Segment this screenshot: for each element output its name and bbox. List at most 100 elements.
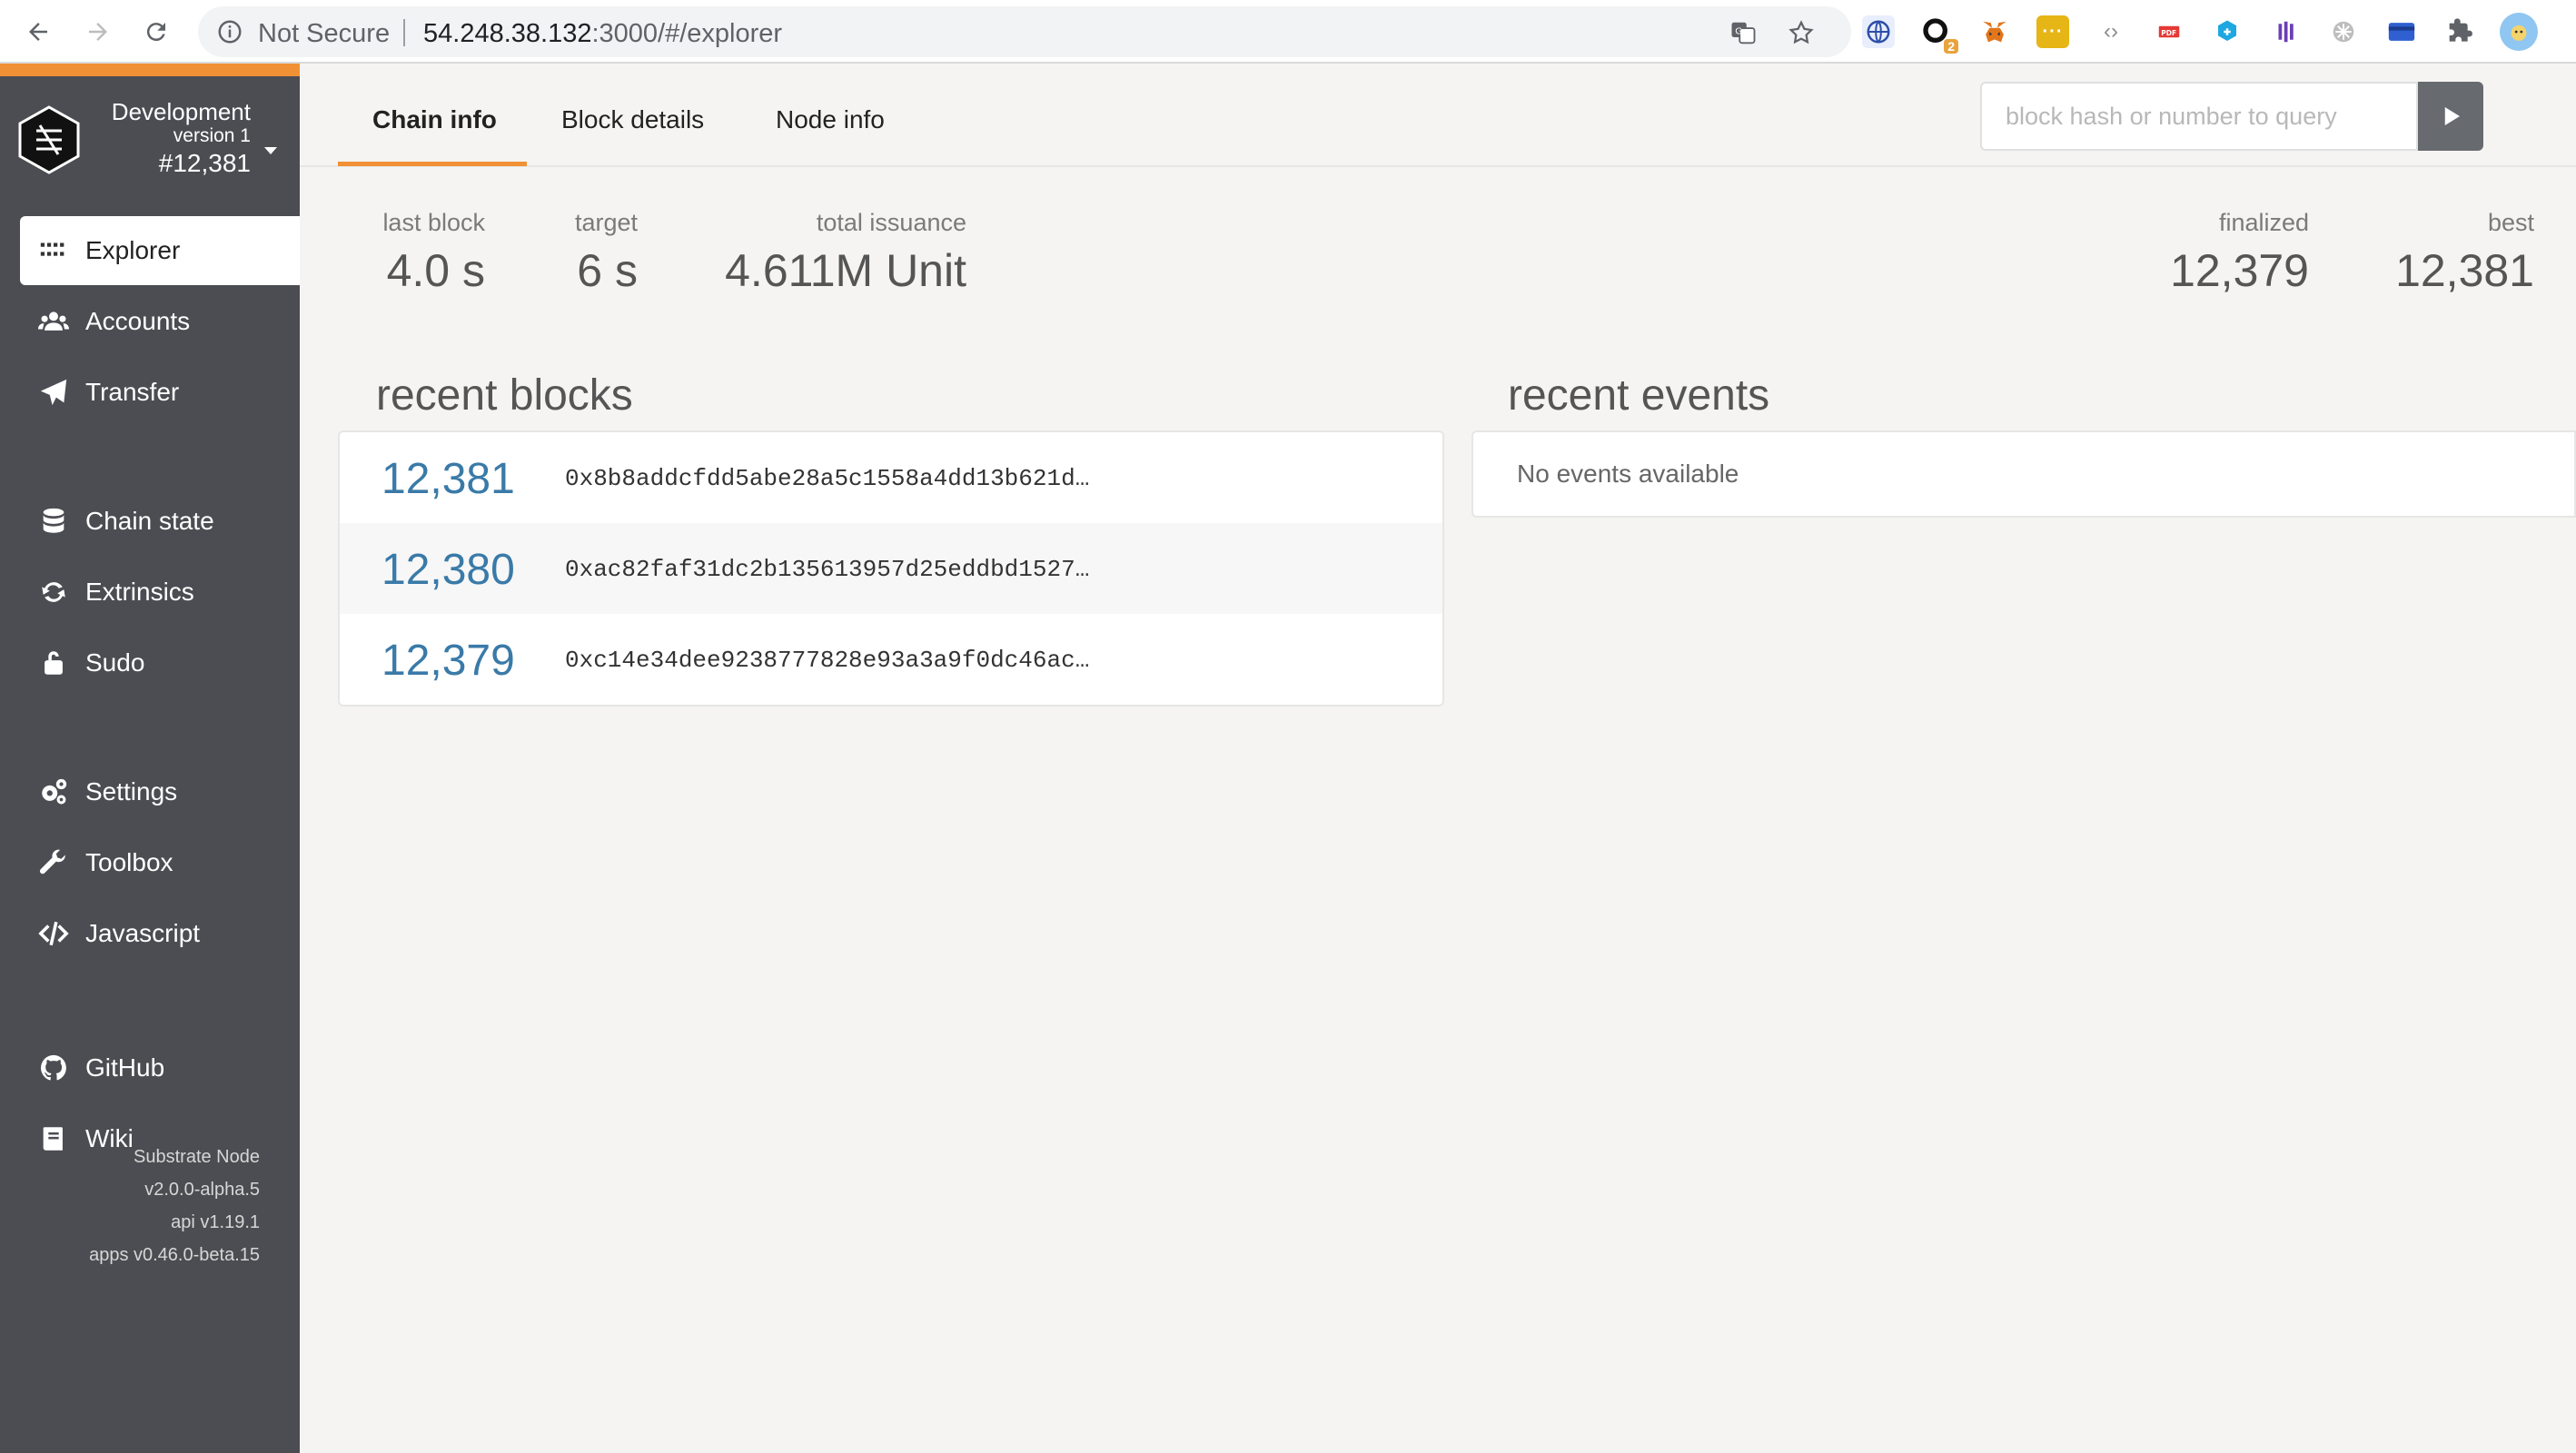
extension-dots-icon[interactable]: ···: [2036, 15, 2069, 48]
reload-button[interactable]: [136, 12, 176, 52]
extensions-puzzle-icon[interactable]: [2443, 15, 2476, 48]
sidebar-item-chain-state[interactable]: Chain state: [20, 487, 300, 556]
sidebar: Development version 1 #12,381 Explorer A…: [0, 64, 300, 1453]
back-button[interactable]: [18, 12, 58, 52]
sidebar-item-label: Accounts: [85, 307, 191, 335]
stat-target: target 6 s: [545, 209, 638, 297]
sidebar-item-sudo[interactable]: Sudo: [20, 628, 300, 697]
translate-icon[interactable]: G: [1729, 19, 1757, 46]
sync-icon: [36, 575, 71, 609]
play-icon: [2444, 107, 2460, 125]
sidebar-item-label: Extrinsics: [85, 578, 194, 606]
stat-label: last block: [382, 209, 485, 236]
best-block-number: #12,381: [158, 149, 251, 177]
code-icon: [36, 916, 71, 951]
sidebar-item-label: Javascript: [85, 919, 201, 947]
sidebar-item-label: Toolbox: [85, 848, 173, 876]
unlock-icon: [36, 646, 71, 680]
substrate-logo-icon: [18, 105, 80, 174]
stat-label: target: [574, 209, 638, 236]
stat-total-issuance: total issuance 4.611M Unit: [690, 209, 966, 297]
query-submit-button[interactable]: [2418, 82, 2483, 151]
forward-button[interactable]: [78, 12, 118, 52]
url-divider: [403, 19, 405, 46]
apps-version: apps v0.46.0-beta.15: [89, 1245, 260, 1265]
sidebar-item-javascript[interactable]: Javascript: [20, 899, 300, 968]
browser-toolbar: Not Secure 54.248.38.132:3000/#/explorer…: [0, 0, 2576, 64]
not-secure-label: Not Secure: [258, 19, 391, 48]
sidebar-item-transfer[interactable]: Transfer: [20, 358, 300, 427]
table-row: 12,381 0x8b8addcfdd5abe28a5c1558a4dd13b6…: [340, 432, 1442, 523]
tab-node-info[interactable]: Node info: [776, 105, 885, 134]
extension-globe-icon[interactable]: [1862, 15, 1895, 48]
address-bar[interactable]: Not Secure 54.248.38.132:3000/#/explorer…: [198, 6, 1851, 57]
stat-value: 4.0 s: [386, 245, 485, 296]
extension-card-icon[interactable]: [2385, 15, 2418, 48]
url-host: 54.248.38.132: [423, 19, 592, 48]
network-name: Development: [111, 98, 251, 125]
block-hash: 0xc14e34dee9238777828e93a3a9f0dc46ac…: [565, 647, 1090, 674]
stat-value: 12,379: [2170, 245, 2309, 296]
extension-pdf-icon[interactable]: PDF: [2153, 15, 2185, 48]
profile-avatar[interactable]: [2500, 13, 2538, 51]
extension-shield-icon[interactable]: [2211, 15, 2244, 48]
stat-best: best 12,381: [2362, 209, 2534, 297]
tab-block-details[interactable]: Block details: [561, 105, 704, 134]
paper-plane-icon: [36, 375, 71, 410]
runtime-version: version 1: [173, 125, 251, 146]
database-icon: [36, 504, 71, 539]
info-icon[interactable]: [216, 18, 243, 45]
github-icon: [36, 1051, 71, 1085]
block-hash: 0xac82faf31dc2b135613957d25eddbd1527…: [565, 556, 1090, 583]
stat-last-block: last block 4.0 s: [380, 209, 485, 297]
extension-bars-icon[interactable]: [2269, 15, 2302, 48]
version-info: Substrate Node v2.0.0-alpha.5 api v1.19.…: [89, 1141, 260, 1271]
block-query-input[interactable]: [1980, 82, 2418, 151]
arrow-left-icon: [29, 23, 47, 41]
svg-text:G: G: [1735, 26, 1742, 36]
bookmark-star-icon[interactable]: [1788, 19, 1815, 46]
no-events-message: No events available: [1517, 460, 1739, 488]
svg-text:PDF: PDF: [2161, 29, 2176, 37]
block-number-link[interactable]: 12,379: [381, 636, 515, 686]
stat-label: best: [2487, 209, 2534, 236]
sidebar-item-label: Explorer: [85, 236, 181, 264]
node-version: v2.0.0-alpha.5: [144, 1180, 260, 1200]
sidebar-item-accounts[interactable]: Accounts: [20, 287, 300, 356]
stat-value: 6 s: [577, 245, 638, 296]
sidebar-item-label: GitHub: [85, 1053, 165, 1082]
stat-finalized: finalized 12,379: [2144, 209, 2309, 297]
wrench-icon: [36, 845, 71, 880]
sidebar-item-explorer[interactable]: Explorer: [20, 216, 300, 285]
url-text[interactable]: 54.248.38.132:3000/#/explorer: [423, 19, 782, 49]
sidebar-item-settings[interactable]: Settings: [20, 757, 300, 826]
stat-value: 12,381: [2395, 245, 2534, 296]
extension-badge-count: 2: [1944, 39, 1958, 54]
stat-value: 4.611M Unit: [725, 245, 966, 296]
active-tab-indicator: [338, 162, 527, 166]
block-number-link[interactable]: 12,380: [381, 545, 515, 595]
sidebar-item-extrinsics[interactable]: Extrinsics: [20, 558, 300, 627]
sidebar-item-toolbox[interactable]: Toolbox: [20, 828, 300, 897]
book-icon: [36, 1122, 71, 1156]
extension-code-icon[interactable]: ‹›: [2095, 15, 2127, 48]
stat-label: finalized: [2218, 209, 2309, 236]
tab-chain-info[interactable]: Chain info: [372, 105, 497, 134]
node-name: Substrate Node: [134, 1147, 260, 1167]
metamask-fox-icon[interactable]: [1978, 15, 2011, 48]
block-hash: 0x8b8addcfdd5abe28a5c1558a4dd13b621d…: [565, 465, 1090, 492]
reload-icon: [146, 23, 165, 42]
sidebar-accent-bar: [0, 64, 300, 76]
api-version: api v1.19.1: [171, 1212, 260, 1232]
recent-events-panel: No events available: [1471, 430, 2576, 518]
sidebar-item-github[interactable]: GitHub: [20, 1033, 300, 1102]
sidebar-item-label: Transfer: [85, 378, 180, 406]
extension-snowflake-icon[interactable]: [2327, 15, 2360, 48]
extension-badge-icon[interactable]: 2: [1920, 15, 1958, 54]
table-row: 12,379 0xc14e34dee9238777828e93a3a9f0dc4…: [340, 614, 1442, 705]
sidebar-item-label: Settings: [85, 777, 178, 806]
table-row: 12,380 0xac82faf31dc2b135613957d25eddbd1…: [340, 523, 1442, 614]
block-number-link[interactable]: 12,381: [381, 454, 515, 504]
sidebar-item-label: Sudo: [85, 648, 145, 677]
stat-label: total issuance: [816, 209, 966, 236]
